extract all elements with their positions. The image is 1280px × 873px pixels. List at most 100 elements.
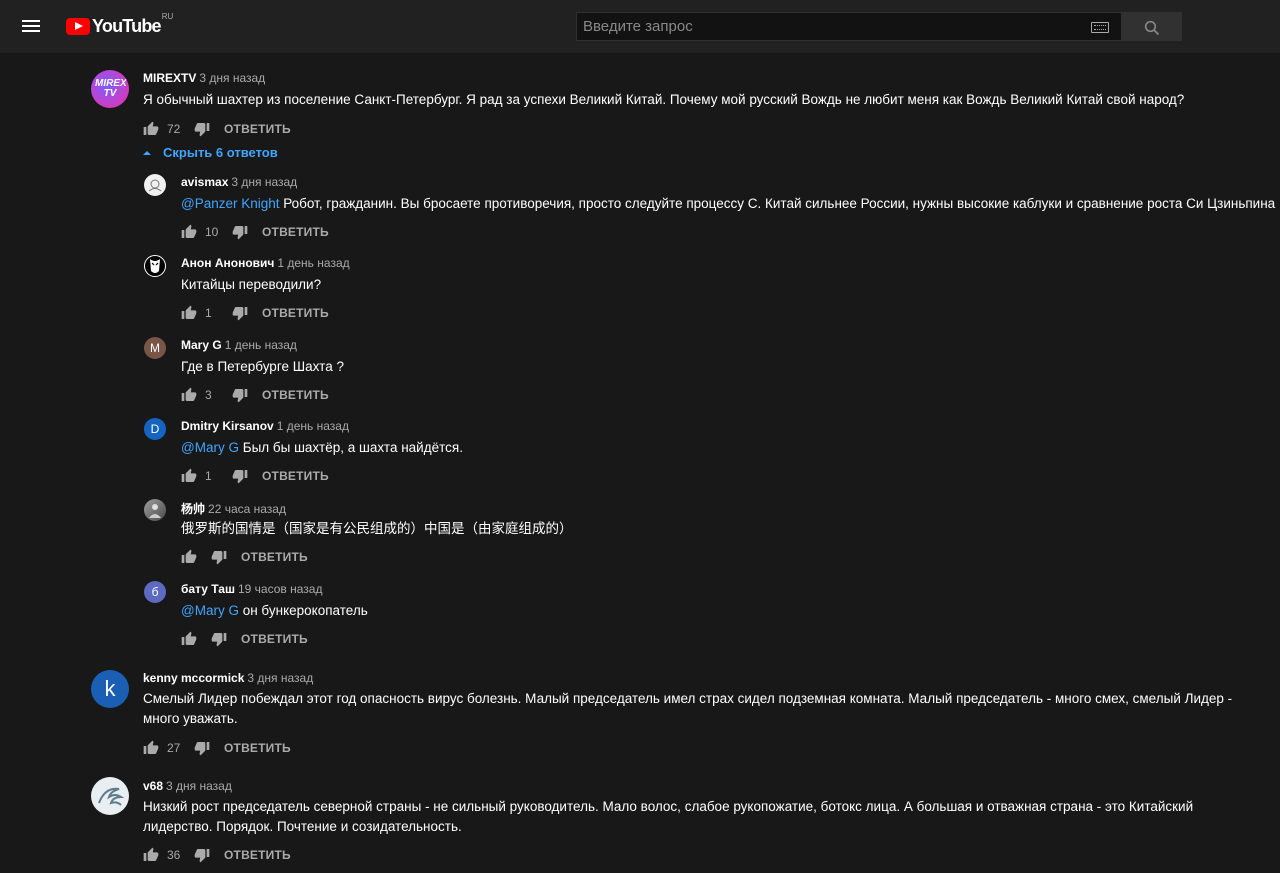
thumb-up-icon[interactable] — [181, 468, 197, 484]
reply-button[interactable]: ОТВЕТИТЬ — [224, 848, 291, 862]
keyboard-icon[interactable] — [1091, 22, 1109, 33]
search-button[interactable] — [1121, 12, 1182, 41]
comment-text: Я обычный шахтер из поселение Санкт-Пете… — [143, 92, 1185, 107]
reply-text: @Panzer Knight Робот, гражданин. Вы брос… — [181, 194, 1276, 214]
thumb-up-icon[interactable] — [181, 631, 197, 647]
like-count: 36 — [167, 848, 181, 862]
mention-link[interactable]: @Mary G — [181, 440, 239, 455]
hamburger-menu-icon[interactable] — [19, 17, 43, 37]
region-code: RU — [161, 12, 174, 21]
reply-author[interactable]: Анон Анонович — [181, 256, 274, 270]
reply-actions: 10 ОТВЕТИТЬ — [181, 223, 329, 241]
reply-button[interactable]: ОТВЕТИТЬ — [262, 306, 329, 320]
comment-time[interactable]: 3 дня назад — [199, 71, 265, 85]
reply-author[interactable]: Mary G — [181, 338, 222, 352]
thumb-down-icon[interactable] — [211, 631, 227, 647]
reply-header: Mary G1 день назад — [181, 338, 297, 352]
thumb-up-icon[interactable] — [143, 847, 159, 863]
reply-button[interactable]: ОТВЕТИТЬ — [262, 388, 329, 402]
thumb-down-icon[interactable] — [232, 305, 248, 321]
youtube-logo[interactable]: YouTube RU — [66, 12, 174, 38]
reply-button[interactable]: ОТВЕТИТЬ — [241, 550, 308, 564]
thumb-down-icon[interactable] — [194, 847, 210, 863]
reply-author[interactable]: avismax — [181, 175, 228, 189]
thumb-down-icon[interactable] — [232, 468, 248, 484]
thumb-up-icon[interactable] — [181, 224, 197, 240]
mention-link[interactable]: @Mary G — [181, 603, 239, 618]
thumb-up-icon[interactable] — [181, 305, 197, 321]
thumb-down-icon[interactable] — [232, 387, 248, 403]
thumb-up-icon[interactable] — [143, 121, 159, 137]
reply-time[interactable]: 1 день назад — [277, 419, 349, 433]
logo-text: YouTube — [92, 15, 162, 36]
wave-logo-icon — [98, 787, 125, 806]
thumb-down-icon[interactable] — [211, 549, 227, 565]
reply-button[interactable]: ОТВЕТИТЬ — [241, 632, 308, 646]
avatar[interactable]: k — [91, 670, 129, 708]
reply-header: 杨帅 22 часа назад — [181, 500, 286, 517]
person-photo-icon — [149, 504, 161, 518]
comment-author[interactable]: MIREXTV — [143, 71, 196, 85]
reply-button[interactable]: ОТВЕТИТЬ — [224, 122, 291, 136]
reply-actions: 1 ОТВЕТИТЬ — [181, 304, 329, 322]
comment-text: Смелый Лидер побеждал этот год опасность… — [143, 691, 1233, 726]
avatar[interactable] — [144, 499, 166, 521]
avatar[interactable] — [144, 255, 166, 277]
reply-author[interactable]: Dmitry Kirsanov — [181, 419, 274, 433]
thumb-down-icon[interactable] — [232, 224, 248, 240]
thumb-up-icon[interactable] — [181, 387, 197, 403]
play-icon — [66, 17, 90, 35]
avatar-letter: k — [104, 676, 116, 701]
reply-actions: ОТВЕТИТЬ — [181, 548, 308, 566]
reply-text: @Mary G Был бы шахтёр, а шахта найдётся. — [181, 438, 1181, 458]
like-count: 27 — [167, 741, 181, 755]
reply-text: Китайцы переводили? — [181, 275, 1181, 295]
reply-time[interactable]: 1 день назад — [225, 338, 297, 352]
comment-actions: 27 ОТВЕТИТЬ — [143, 739, 291, 757]
thumb-down-icon[interactable] — [194, 121, 210, 137]
avatar[interactable]: D — [144, 418, 166, 440]
like-count: 3 — [205, 388, 212, 402]
reply-time[interactable]: 19 часов назад — [238, 582, 322, 596]
hide-replies-button[interactable]: Скрыть 6 ответов — [143, 145, 278, 160]
comment-author[interactable]: v68 — [143, 779, 163, 793]
hide-replies-label: Скрыть 6 ответов — [163, 145, 278, 160]
comment-author[interactable]: kenny mccormick — [143, 671, 244, 685]
search-input[interactable] — [577, 13, 1121, 40]
comment-time[interactable]: 3 дня назад — [247, 671, 313, 685]
search-box — [576, 12, 1121, 41]
reply-time[interactable]: 22 часа назад — [208, 502, 286, 516]
reply-button[interactable]: ОТВЕТИТЬ — [224, 741, 291, 755]
thumb-up-icon[interactable] — [181, 549, 197, 565]
reply-time[interactable]: 1 день назад — [277, 256, 349, 270]
avatar-letter: б — [151, 585, 159, 599]
thumb-down-icon[interactable] — [194, 740, 210, 756]
like-count: 10 — [205, 225, 219, 239]
reply-text: 俄罗斯的国情是（国家是有公民组成的）中国是（由家庭组成的） — [181, 519, 1181, 539]
reply-author[interactable]: бату Таш — [181, 582, 235, 596]
reply-button[interactable]: ОТВЕТИТЬ — [262, 469, 329, 483]
top-bar: YouTube RU — [0, 0, 1280, 53]
avatar[interactable] — [91, 777, 129, 815]
thumb-up-icon[interactable] — [143, 740, 159, 756]
reply-author[interactable]: 杨帅 — [181, 502, 205, 516]
reply-body: Робот, гражданин. Вы бросаете противореч… — [279, 196, 1276, 211]
reply-text: Где в Петербурге Шахта ? — [181, 357, 1181, 377]
comment-time[interactable]: 3 дня назад — [166, 779, 232, 793]
reply-actions: 1 ОТВЕТИТЬ — [181, 467, 329, 485]
mention-link[interactable]: @Panzer Knight — [181, 196, 280, 211]
reply-header: Dmitry Kirsanov 1 день назад — [181, 419, 349, 433]
avatar-letter: M — [150, 341, 160, 355]
comment-actions: 72 ОТВЕТИТЬ — [143, 120, 291, 138]
avatar[interactable] — [144, 174, 166, 196]
avatar[interactable]: M — [144, 337, 166, 359]
reply-actions: ОТВЕТИТЬ — [181, 630, 308, 648]
reply-body: Где в Петербурге Шахта ? — [181, 359, 344, 374]
reply-body: 俄罗斯的国情是（国家是有公民组成的）中国是（由家庭组成的） — [181, 521, 573, 536]
avatar[interactable]: MIREX TV — [91, 70, 129, 108]
reply-button[interactable]: ОТВЕТИТЬ — [262, 225, 329, 239]
avatar[interactable]: б — [144, 581, 166, 603]
reply-header: бату Таш 19 часов назад — [181, 582, 322, 596]
reply-time[interactable]: 3 дня назад — [231, 175, 297, 189]
reply-body: Был бы шахтёр, а шахта найдётся. — [238, 440, 463, 455]
